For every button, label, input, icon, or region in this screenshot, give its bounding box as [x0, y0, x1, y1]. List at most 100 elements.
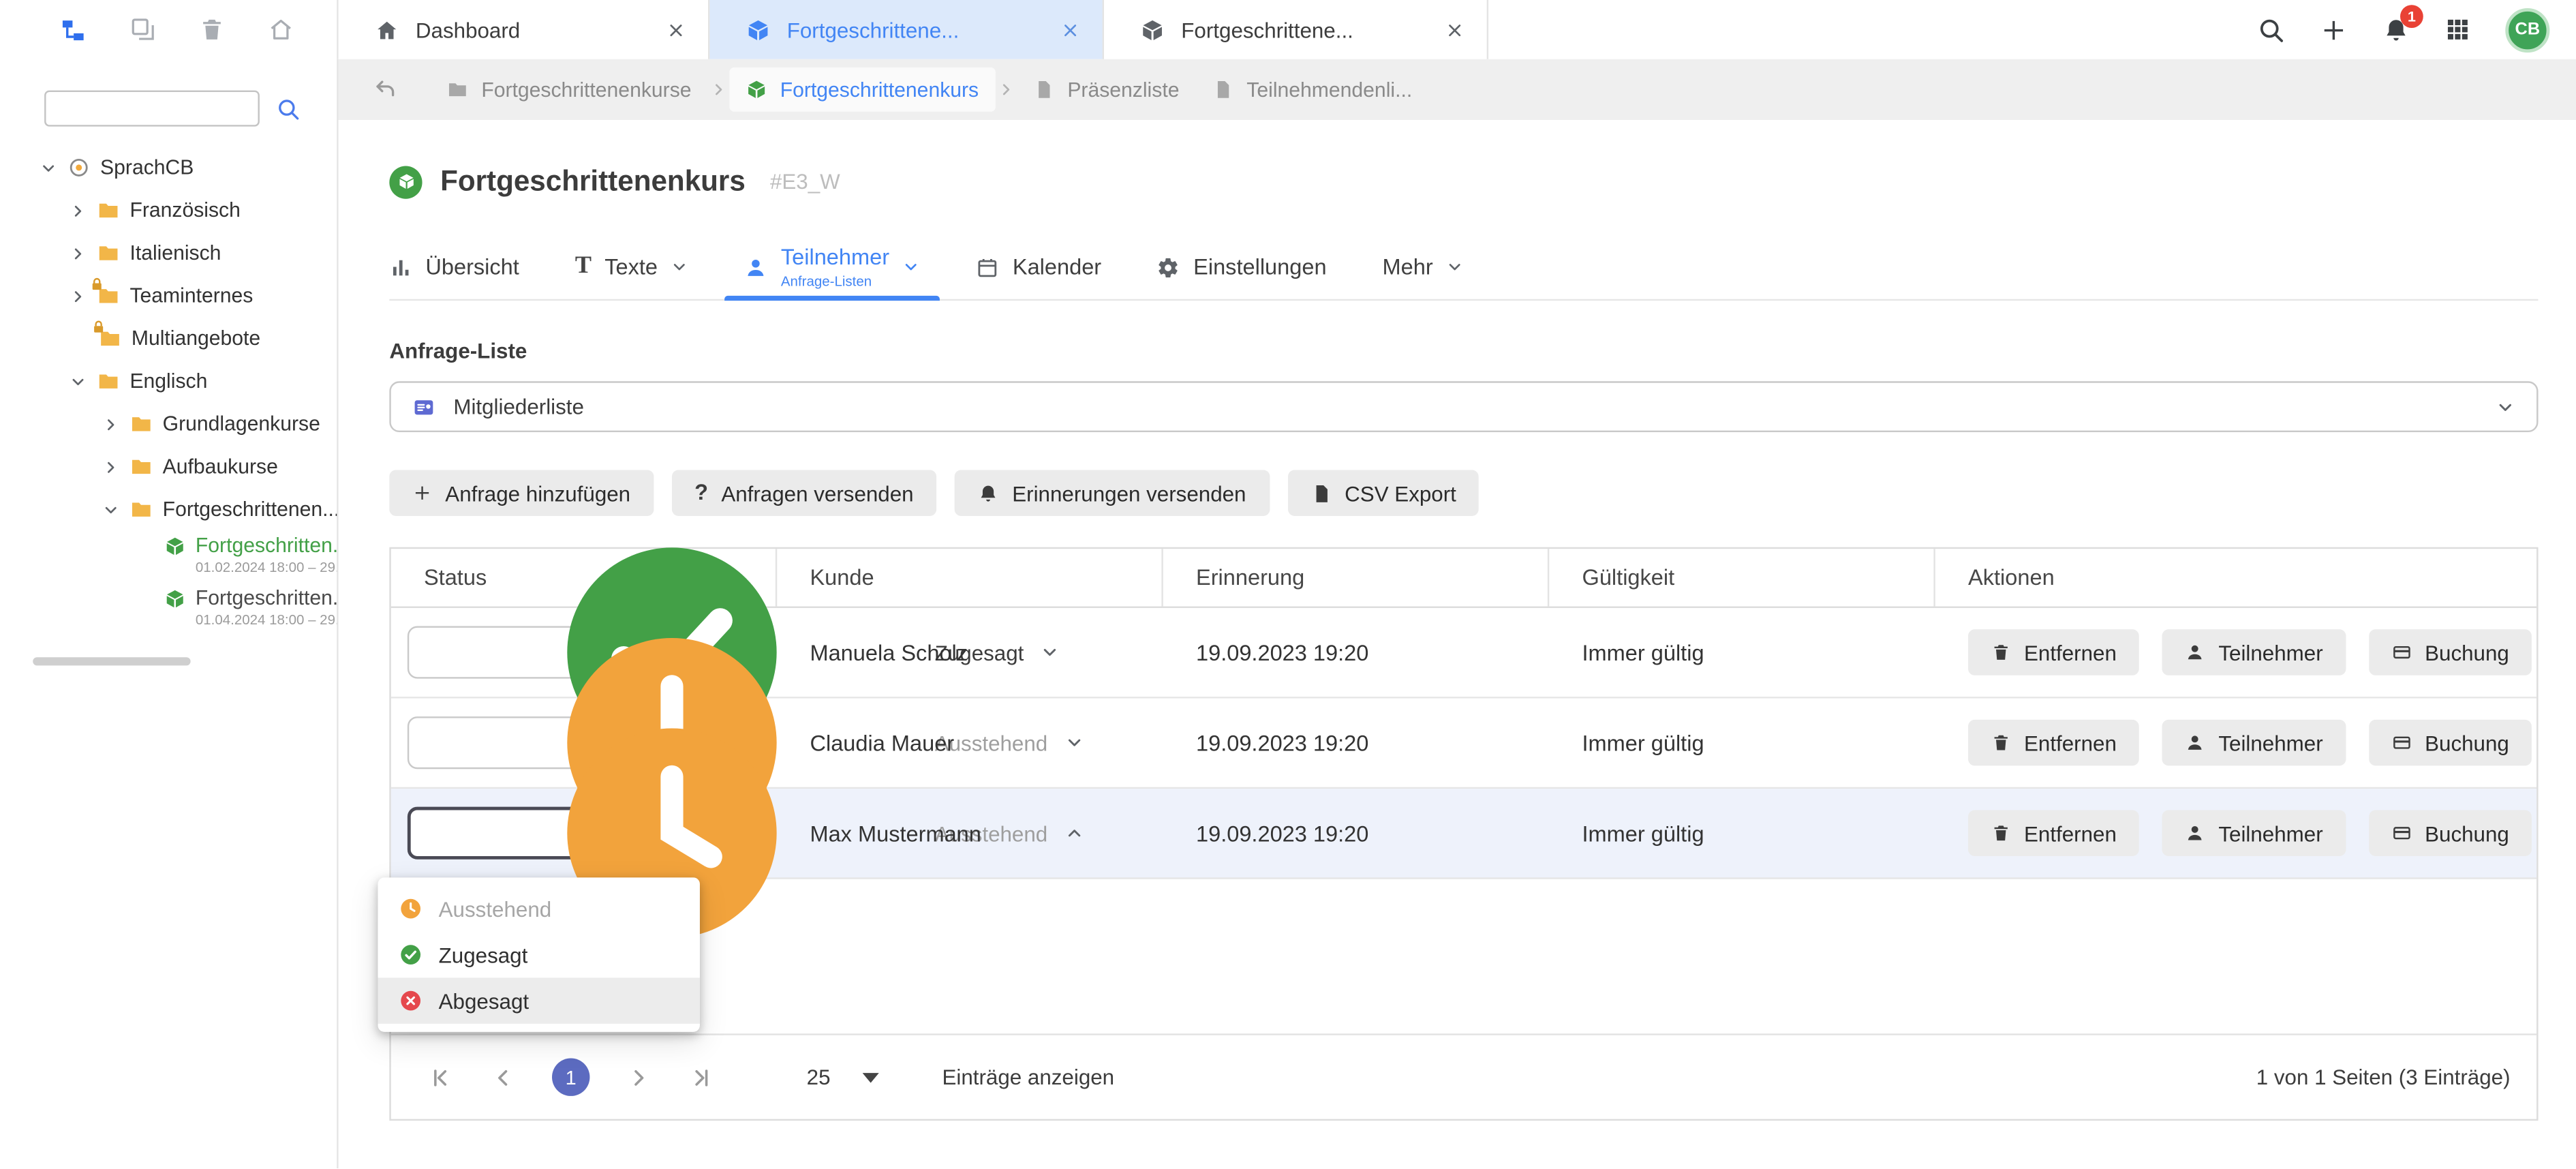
- user-avatar[interactable]: CB: [2505, 7, 2549, 52]
- tab-label: Einstellungen: [1193, 255, 1326, 279]
- chevron-down-icon[interactable]: [69, 372, 87, 391]
- erinnerung-cell: 19.09.2023 19:20: [1163, 731, 1550, 755]
- anfrage-liste-select[interactable]: Mitgliederliste: [389, 381, 2538, 432]
- trash-icon[interactable]: [199, 16, 226, 43]
- tab-dashboard[interactable]: Dashboard: [339, 0, 710, 59]
- person-icon: [745, 256, 768, 279]
- status-option-zugesagt[interactable]: Zugesagt: [378, 932, 699, 977]
- breadcrumb-item-kurs-current[interactable]: Fortgeschrittenenkurs: [729, 67, 995, 112]
- teilnehmer-button[interactable]: Teilnehmer: [2162, 720, 2346, 765]
- member-list-icon: [412, 395, 435, 419]
- tab-fortgeschrittenenkurs-active[interactable]: Fortgeschrittene...: [709, 0, 1104, 59]
- sidebar-item-fortgeschrittenenkurse[interactable]: Fortgeschrittenen...: [0, 488, 337, 531]
- button-label: Entfernen: [2024, 640, 2117, 665]
- sidebar-item-sprachcb[interactable]: SprachCB: [0, 147, 337, 189]
- breadcrumb-item-teilnehmendenliste[interactable]: Teilnehmendenli...: [1196, 67, 1429, 112]
- course-cube-icon: [389, 165, 422, 198]
- breadcrumb-item-praesenzliste[interactable]: Präsenzliste: [1017, 67, 1196, 112]
- add-icon[interactable]: [2320, 16, 2348, 44]
- tab-teilnehmer-active[interactable]: Teilnehmer Anfrage-Listen: [745, 235, 921, 299]
- close-icon[interactable]: [1445, 20, 1464, 39]
- status-option-ausstehend[interactable]: Ausstehend: [378, 885, 699, 931]
- csv-export-button[interactable]: CSV Export: [1287, 470, 1479, 515]
- card-icon: [2392, 733, 2412, 753]
- sidebar-item-franzoesisch[interactable]: Französisch: [0, 189, 337, 232]
- close-icon[interactable]: [1061, 20, 1079, 39]
- tree-view-icon[interactable]: [59, 16, 87, 44]
- status-select-open[interactable]: Ausstehend: [408, 807, 746, 860]
- tab-uebersicht[interactable]: Übersicht: [389, 235, 519, 299]
- buchung-button[interactable]: Buchung: [2369, 629, 2532, 675]
- send-anfragen-button[interactable]: ? Anfragen versenden: [671, 470, 936, 515]
- course-label: Fortgeschritten...: [196, 587, 339, 611]
- tab-fortgeschrittenenkurs-2[interactable]: Fortgeschrittene...: [1104, 0, 1488, 59]
- prev-page-icon[interactable]: [489, 1064, 516, 1091]
- button-label: CSV Export: [1345, 481, 1456, 505]
- notification-badge: 1: [2400, 4, 2423, 27]
- file-icon: [1033, 79, 1054, 100]
- current-page-button[interactable]: 1: [552, 1058, 589, 1095]
- tree-label: Fortgeschrittenen...: [163, 498, 339, 521]
- sidebar-item-grundlagenkurse[interactable]: Grundlagenkurse: [0, 403, 337, 446]
- tab-texte[interactable]: T Texte: [575, 235, 689, 299]
- tab-kalender[interactable]: Kalender: [977, 235, 1101, 299]
- entfernen-button[interactable]: Entfernen: [1968, 810, 2140, 855]
- chevron-right-icon[interactable]: [69, 244, 87, 262]
- page-size-select[interactable]: 25: [807, 1065, 880, 1089]
- notifications-bell-icon[interactable]: 1: [2382, 16, 2410, 44]
- sidebar-search-input[interactable]: [44, 91, 260, 127]
- erinnerung-cell: 19.09.2023 19:20: [1163, 640, 1550, 665]
- sidebar-item-kurs-2[interactable]: Fortgeschritten... 01.04.2024 18:00 – 29…: [0, 583, 337, 636]
- cube-icon: [746, 79, 767, 100]
- sidebar-item-teaminternes[interactable]: Teaminternes: [0, 275, 337, 318]
- chevron-right-icon[interactable]: [102, 415, 120, 434]
- page-code: #E3_W: [770, 169, 840, 194]
- search-icon[interactable]: [2257, 16, 2285, 44]
- search-icon[interactable]: [276, 96, 301, 121]
- last-page-icon[interactable]: [688, 1064, 715, 1091]
- button-label: Entfernen: [2024, 731, 2117, 755]
- sidebar-item-multiangebote[interactable]: Multiangebote: [0, 317, 337, 360]
- sidebar-item-englisch[interactable]: Englisch: [0, 360, 337, 403]
- send-erinnerungen-button[interactable]: Erinnerungen versenden: [955, 470, 1269, 515]
- window-tabs: Dashboard Fortgeschrittene... Fortgeschr…: [339, 0, 1488, 59]
- tab-sublabel: Anfrage-Listen: [781, 273, 889, 287]
- first-page-icon[interactable]: [427, 1064, 454, 1091]
- home-icon: [375, 17, 399, 42]
- sidebar-item-kurs-1[interactable]: Fortgeschritten... 01.02.2024 18:00 – 29…: [0, 531, 337, 583]
- entfernen-button[interactable]: Entfernen: [1968, 720, 2140, 765]
- next-page-icon[interactable]: [626, 1064, 652, 1091]
- apps-grid-icon[interactable]: [2444, 16, 2471, 43]
- teilnehmer-button[interactable]: Teilnehmer: [2162, 629, 2346, 675]
- chevron-right-icon[interactable]: [69, 287, 87, 305]
- org-target-icon: [67, 156, 91, 179]
- add-anfrage-button[interactable]: Anfrage hinzufügen: [389, 470, 654, 515]
- chevron-down-icon[interactable]: [40, 159, 58, 177]
- status-option-abgesagt[interactable]: Abgesagt: [378, 977, 699, 1023]
- sidebar-tree: SprachCB Französisch Italienisch Teamint…: [0, 147, 337, 636]
- copy-icon[interactable]: [129, 16, 156, 43]
- tab-label: Kalender: [1013, 255, 1101, 279]
- chevron-down-icon[interactable]: [102, 500, 120, 519]
- option-label: Zugesagt: [439, 943, 528, 967]
- back-undo-icon[interactable]: [373, 77, 397, 102]
- entfernen-button[interactable]: Entfernen: [1968, 629, 2140, 675]
- folder-icon: [129, 455, 153, 479]
- buchung-button[interactable]: Buchung: [2369, 720, 2532, 765]
- teilnehmer-button[interactable]: Teilnehmer: [2162, 810, 2346, 855]
- breadcrumb-item-kurse[interactable]: Fortgeschrittenenkurse: [431, 67, 708, 112]
- buchung-button[interactable]: Buchung: [2369, 810, 2532, 855]
- chart-icon: [389, 256, 412, 279]
- sidebar-item-italienisch[interactable]: Italienisch: [0, 232, 337, 275]
- tab-einstellungen[interactable]: Einstellungen: [1157, 235, 1326, 299]
- tab-mehr[interactable]: Mehr: [1383, 235, 1465, 299]
- chevron-right-icon[interactable]: [102, 457, 120, 476]
- anfrage-table: Status Kunde Erinnerung Gültigkeit Aktio…: [389, 547, 2538, 1121]
- sidebar-item-aufbaukurse[interactable]: Aufbaukurse: [0, 445, 337, 488]
- home-up-icon[interactable]: [268, 16, 294, 43]
- close-icon[interactable]: [667, 20, 686, 39]
- chevron-down-icon: [2496, 397, 2515, 416]
- breadcrumb: Fortgeschrittenenkurse Fortgeschrittenen…: [339, 59, 2576, 120]
- horizontal-scrollbar[interactable]: [33, 657, 190, 665]
- chevron-right-icon[interactable]: [69, 201, 87, 219]
